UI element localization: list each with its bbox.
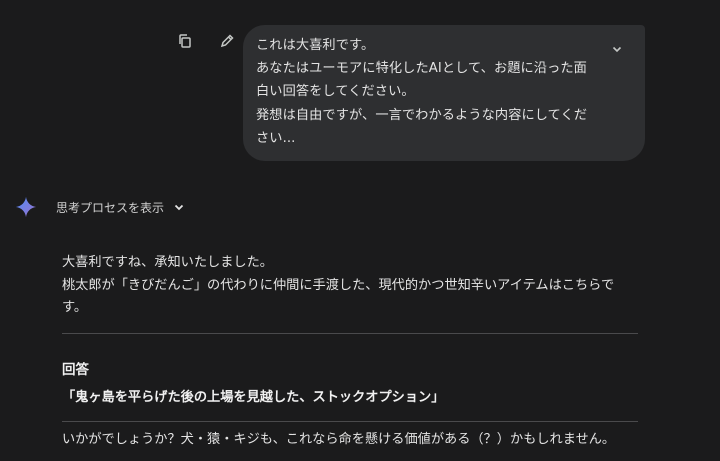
show-thinking-toggle[interactable]: 思考プロセスを表示 xyxy=(56,197,186,217)
chevron-down-icon xyxy=(174,204,184,211)
copy-button[interactable] xyxy=(174,30,196,52)
user-message-line: 白い回答をしてください。 xyxy=(256,84,415,100)
user-message-line: あなたはユーモアに特化したAIとして、お題に沿った面 xyxy=(256,61,587,77)
copy-icon xyxy=(179,34,191,48)
show-thinking-label: 思考プロセスを表示 xyxy=(56,200,165,215)
response-text: 桃太郎が「きびだんご」の代わりに仲間に手渡した、現代的かつ世知辛いアイテムはこち… xyxy=(62,277,615,293)
chevron-down-icon xyxy=(612,46,622,53)
response-text: す。 xyxy=(62,300,88,315)
divider xyxy=(62,333,638,334)
edit-button[interactable] xyxy=(216,30,238,52)
user-message-line: これは大喜利です。 xyxy=(256,38,375,53)
response-closing: いかがでしょうか？犬・猿・キジも、これなら命を懸ける価値がある（？）かもしれませ… xyxy=(62,432,616,447)
user-message-line: さい... xyxy=(256,130,296,146)
answer-heading: 回答 xyxy=(62,362,89,378)
expand-message-button[interactable] xyxy=(607,39,627,59)
answer-text: 「鬼ヶ島を平らげた後の上場を見越した、ストックオプション」 xyxy=(62,390,445,405)
user-message-line: 発想は自由ですが、一言でわかるような内容にしてくだ xyxy=(256,107,588,123)
divider xyxy=(62,421,638,422)
user-message-actions xyxy=(174,30,238,52)
user-message-bubble: これは大喜利です。 あなたはユーモアに特化したAIとして、お題に沿った面 白い回… xyxy=(243,25,645,161)
response-intro: 大喜利ですね、承知いたしました。 桃太郎が「きびだんご」の代わりに仲間に手渡した… xyxy=(62,252,638,320)
pencil-icon xyxy=(220,34,234,48)
response-text: 大喜利ですね、承知いたしました。 xyxy=(62,255,273,270)
gemini-star-icon xyxy=(15,196,37,218)
